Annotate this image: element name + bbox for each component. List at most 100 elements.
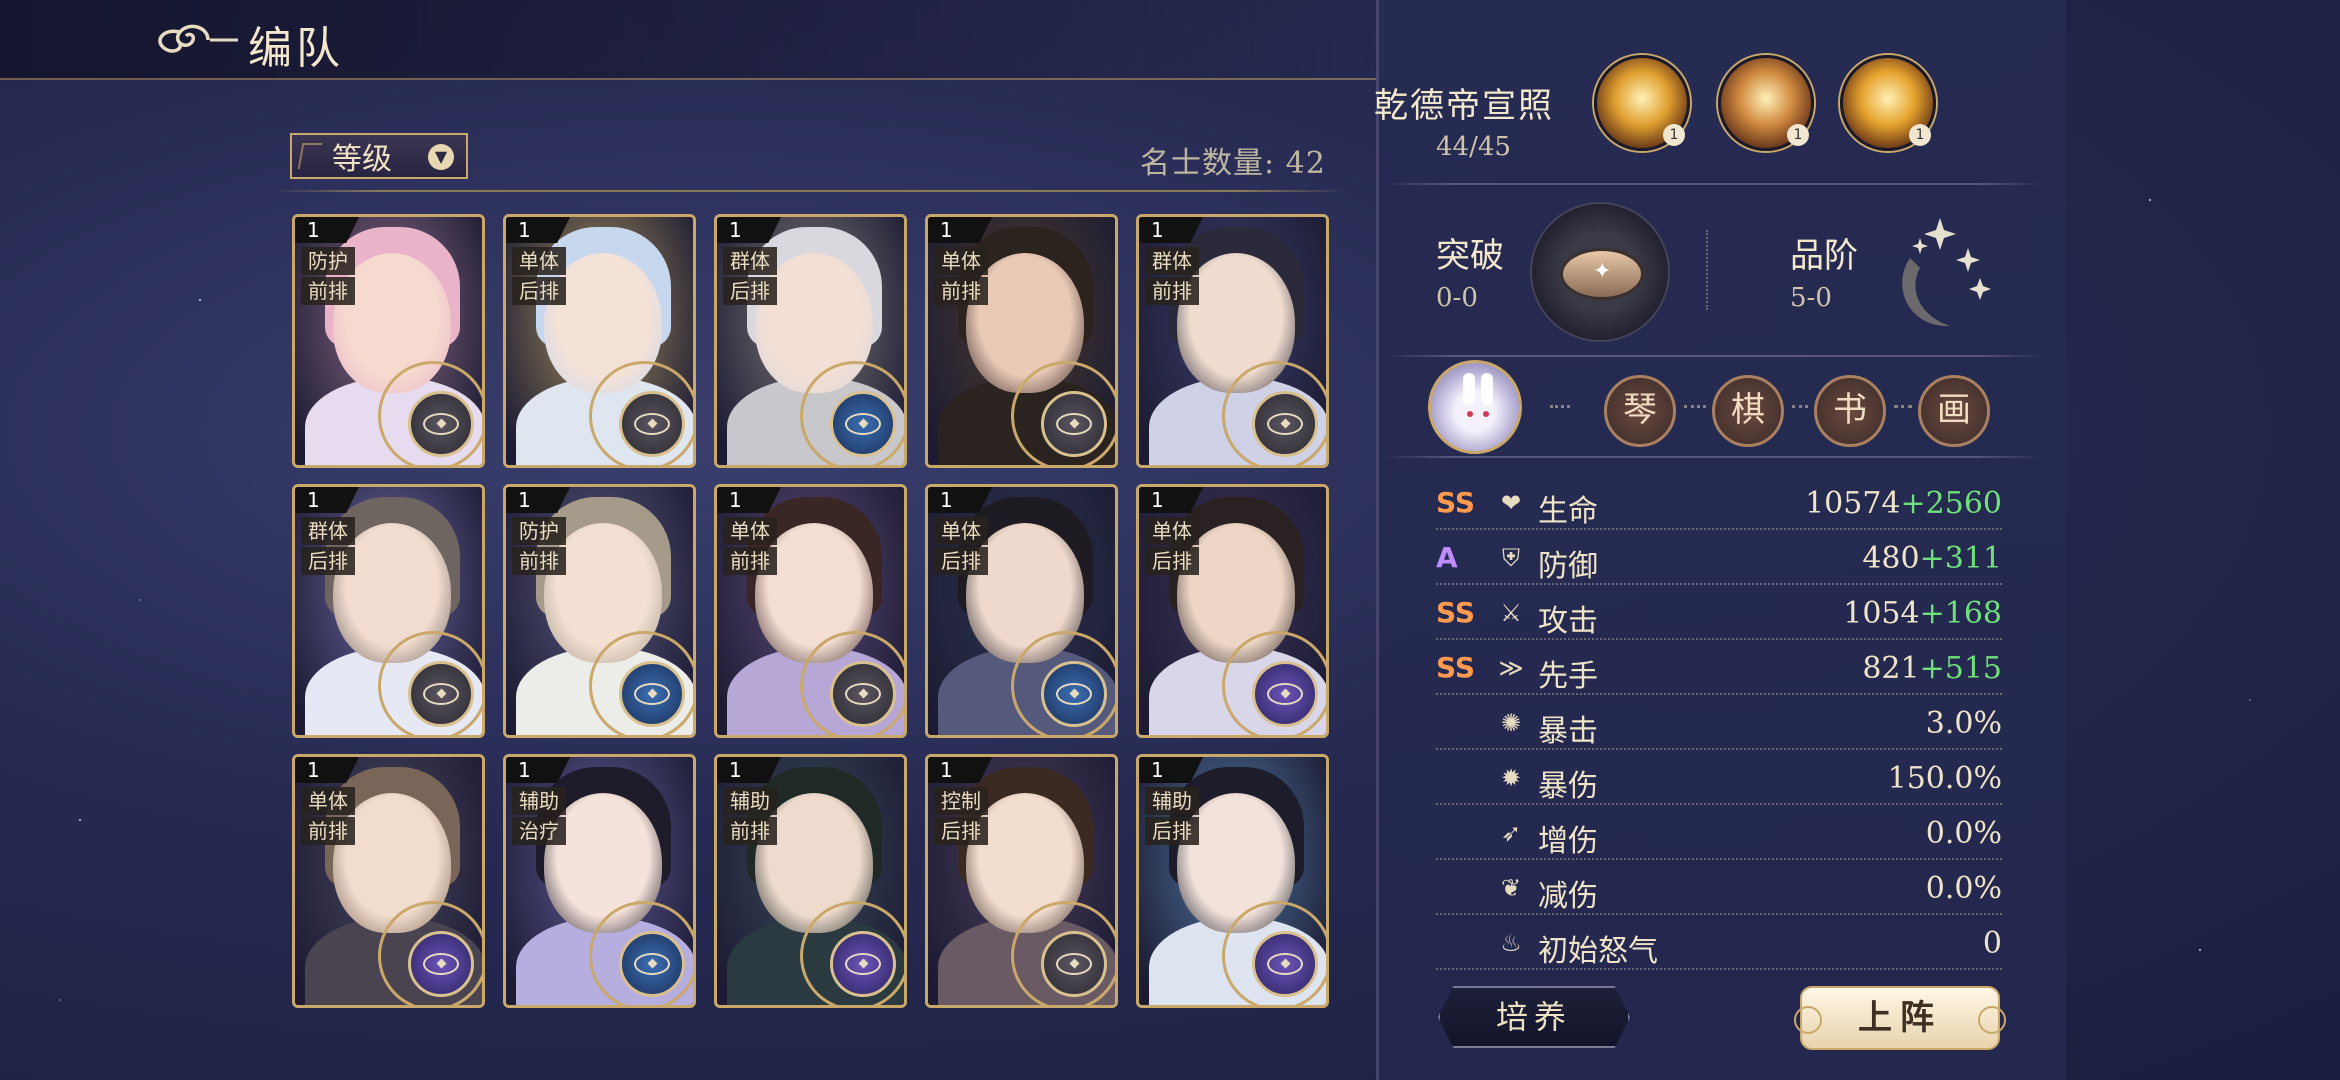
hero-element-badge-icon: [830, 391, 896, 457]
stat-icon: ⛨: [1502, 544, 1520, 572]
sort-dropdown[interactable]: 等级 ▼: [290, 133, 468, 179]
stat-row: ✺ 暴击 3.0%: [1436, 698, 2002, 750]
stat-row: A ⛨ 防御 480+311: [1436, 533, 2002, 585]
hero-position-tag: 前排: [723, 547, 777, 575]
rank-crescent-icon[interactable]: [1880, 198, 2000, 348]
page-title: 编队: [248, 23, 344, 74]
stat-icon: ⚔: [1500, 599, 1522, 627]
hero-card[interactable]: 1 控制 后排: [925, 754, 1118, 1008]
art-skill-3[interactable]: 画: [1918, 375, 1990, 447]
hero-position-tag: 前排: [301, 817, 355, 845]
sort-label: 等级: [332, 142, 392, 177]
stat-row: SS ≫ 先手 821+515: [1436, 643, 2002, 695]
hero-card[interactable]: 1 辅助 前排: [714, 754, 907, 1008]
hero-position-tag: 前排: [934, 277, 988, 305]
art-skill-1[interactable]: 棋: [1712, 375, 1784, 447]
stat-row: SS ⚔ 攻击 1054+168: [1436, 588, 2002, 640]
stat-row: ❦ 减伤 0.0%: [1436, 863, 2002, 915]
hero-position-tag: 治疗: [512, 817, 566, 845]
stat-name: 生命: [1538, 494, 1598, 529]
stat-base: 0.0%: [1925, 816, 2002, 851]
deploy-button[interactable]: 上阵: [1794, 986, 2006, 1050]
hero-role-tag: 防护: [512, 517, 566, 545]
dots-connector: [1792, 405, 1808, 408]
separator-dots: [1706, 230, 1708, 310]
hero-position-tag: 后排: [1145, 547, 1199, 575]
panel-divider: [1384, 183, 2044, 185]
hero-element-badge-icon: [1252, 391, 1318, 457]
stat-name: 暴伤: [1538, 769, 1598, 804]
hero-element-badge-icon: [1252, 931, 1318, 997]
train-button[interactable]: 培养: [1438, 986, 1630, 1048]
stat-value: 480+311: [1862, 541, 2002, 576]
hero-role-tag: 群体: [301, 517, 355, 545]
edict-skill-icon[interactable]: 1: [1840, 55, 1936, 151]
sort-decoration: [297, 143, 323, 169]
hero-element-badge-icon: [408, 661, 474, 727]
stat-value: 3.0%: [1926, 706, 2002, 741]
stat-name: 初始怒气: [1538, 934, 1658, 969]
hero-card[interactable]: 1 防护 前排: [503, 484, 696, 738]
hero-card[interactable]: 1 单体 前排: [714, 484, 907, 738]
stat-grade: SS: [1436, 596, 1476, 629]
pet-rabbit-avatar[interactable]: [1428, 360, 1522, 454]
panel-divider: [1384, 355, 2044, 357]
stat-name: 减伤: [1538, 879, 1598, 914]
stat-bonus: +2560: [1900, 486, 2002, 521]
stat-bonus: +168: [1919, 596, 2002, 631]
hero-element-badge-icon: [1041, 391, 1107, 457]
hero-role-tag: 单体: [934, 517, 988, 545]
stat-icon: ❦: [1500, 874, 1522, 902]
art-skill-2[interactable]: 书: [1814, 375, 1886, 447]
back-button[interactable]: [150, 18, 240, 62]
hero-grid: 1 防护 前排 1 单体 后排 1 群体 后排 1 单体 前排 1 群体 前排 …: [292, 214, 1332, 1008]
rank-label: 品阶: [1790, 236, 1858, 276]
hero-card[interactable]: 1 单体 后排: [503, 214, 696, 468]
hero-card[interactable]: 1 单体 前排: [925, 214, 1118, 468]
hero-position-tag: 后排: [934, 547, 988, 575]
hero-card[interactable]: 1 辅助 后排: [1136, 754, 1329, 1008]
hero-role-tag: 单体: [723, 517, 777, 545]
hero-position-tag: 前排: [723, 817, 777, 845]
stat-name: 暴击: [1538, 714, 1598, 749]
stat-base: 0: [1982, 926, 2002, 961]
hero-card[interactable]: 1 单体 后排: [925, 484, 1118, 738]
hero-position-tag: 后排: [301, 547, 355, 575]
hero-element-badge-icon: [830, 931, 896, 997]
stat-name: 防御: [1538, 549, 1598, 584]
hero-card[interactable]: 1 单体 前排: [292, 754, 485, 1008]
hero-role-tag: 防护: [301, 247, 355, 275]
art-skill-0[interactable]: 琴: [1604, 375, 1676, 447]
hero-card[interactable]: 1 防护 前排: [292, 214, 485, 468]
breakthrough-icon[interactable]: [1530, 202, 1670, 342]
hero-role-tag: 控制: [934, 787, 988, 815]
stat-value: 1054+168: [1843, 596, 2002, 631]
stat-value: 0.0%: [1926, 816, 2002, 851]
skill-level: 1: [1787, 124, 1809, 146]
stat-base: 10574: [1805, 486, 1901, 521]
list-divider: [272, 190, 1347, 192]
panel-divider: [1384, 456, 2044, 458]
breakthrough-label: 突破: [1436, 236, 1504, 276]
stat-grade: A: [1436, 541, 1458, 574]
chevron-down-icon: ▼: [428, 144, 454, 170]
dots-connector: [1894, 405, 1912, 408]
hero-card[interactable]: 1 群体 后排: [714, 214, 907, 468]
hero-element-badge-icon: [830, 661, 896, 727]
stat-base: 150.0%: [1887, 761, 2002, 796]
edict-skill-icon[interactable]: 1: [1594, 55, 1690, 151]
edict-skill-icon[interactable]: 1: [1718, 55, 1814, 151]
hero-position-tag: 后排: [723, 277, 777, 305]
hero-card[interactable]: 1 群体 后排: [292, 484, 485, 738]
hero-role-tag: 单体: [1145, 517, 1199, 545]
stat-icon: ≫: [1498, 654, 1524, 682]
hero-element-badge-icon: [1041, 931, 1107, 997]
hero-role-tag: 单体: [934, 247, 988, 275]
hero-card[interactable]: 1 辅助 治疗: [503, 754, 696, 1008]
rank-value: 5-0: [1790, 283, 1832, 313]
hero-element-badge-icon: [619, 931, 685, 997]
stat-value: 150.0%: [1888, 761, 2002, 796]
hero-card[interactable]: 1 单体 后排: [1136, 484, 1329, 738]
stat-base: 1054: [1843, 596, 1920, 631]
hero-card[interactable]: 1 群体 前排: [1136, 214, 1329, 468]
